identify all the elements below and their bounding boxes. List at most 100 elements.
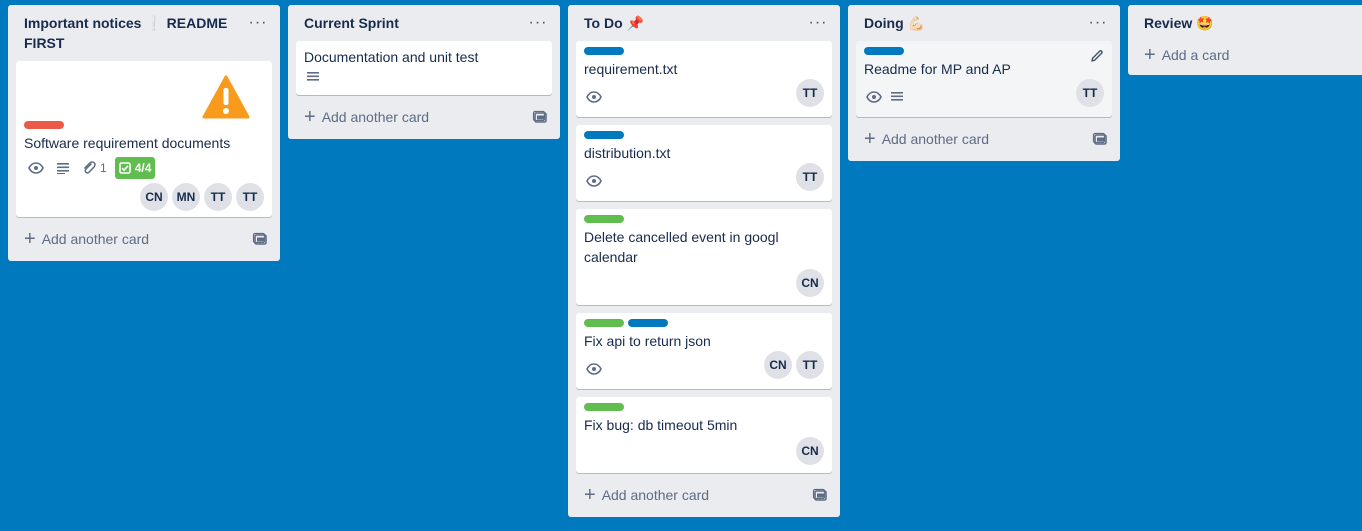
add-card-label: Add another card bbox=[881, 131, 990, 147]
add-card-row: + Add another card bbox=[16, 225, 272, 253]
list-title[interactable]: Review 🤩 bbox=[1144, 13, 1332, 33]
card-fix-bug-db-timeout[interactable]: Fix bug: db timeout 5min CN bbox=[576, 397, 832, 473]
avatar[interactable]: CN bbox=[796, 437, 824, 465]
add-card-button[interactable]: + Add another card bbox=[864, 129, 989, 149]
attachment-count: 1 bbox=[100, 161, 107, 175]
card-labels bbox=[584, 319, 824, 327]
card-readme-mp-ap[interactable]: Readme for MP and AP TT bbox=[856, 41, 1112, 117]
card-title: Fix api to return json bbox=[584, 333, 711, 349]
card-badges bbox=[864, 87, 908, 107]
add-card-button[interactable]: + Add another card bbox=[24, 229, 149, 249]
card-labels bbox=[584, 215, 824, 223]
checklist-badge: 4/4 bbox=[114, 157, 156, 179]
avatar[interactable]: TT bbox=[204, 183, 232, 211]
list-title[interactable]: Important notices ❕ README FIRST bbox=[24, 13, 244, 53]
plus-icon: + bbox=[1144, 44, 1156, 66]
description-icon bbox=[886, 87, 908, 107]
add-card-button[interactable]: + Add a card bbox=[1144, 45, 1229, 65]
list-title[interactable]: To Do 📌 bbox=[584, 13, 804, 33]
list-review: Review 🤩 + Add a card bbox=[1128, 5, 1362, 75]
card-title: Documentation and unit test bbox=[304, 49, 479, 65]
card-delete-cancelled-event[interactable]: Delete cancelled event in googl calendar… bbox=[576, 209, 832, 305]
avatar[interactable]: TT bbox=[796, 79, 824, 107]
board: Important notices ❕ README FIRST ··· Sof… bbox=[0, 0, 1362, 531]
card-members: CN bbox=[584, 437, 824, 465]
avatar[interactable]: CN bbox=[796, 269, 824, 297]
list-menu-button[interactable]: ··· bbox=[246, 11, 270, 35]
list-current-sprint: Current Sprint ··· Documentation and uni… bbox=[288, 5, 560, 139]
card-title: requirement.txt bbox=[584, 61, 678, 77]
label-red[interactable] bbox=[24, 121, 64, 129]
card-documentation[interactable]: Documentation and unit test bbox=[296, 41, 552, 95]
add-card-button[interactable]: + Add another card bbox=[584, 485, 709, 505]
list-header[interactable]: Doing 💪🏻 ··· bbox=[856, 5, 1112, 41]
avatar[interactable]: MN bbox=[172, 183, 200, 211]
label-blue[interactable] bbox=[584, 47, 624, 55]
card-title: Fix bug: db timeout 5min bbox=[584, 417, 738, 433]
list-title[interactable]: Current Sprint bbox=[304, 13, 524, 33]
checklist-count: 4/4 bbox=[134, 161, 152, 175]
watch-icon bbox=[24, 158, 48, 178]
watch-icon bbox=[584, 87, 606, 107]
card-template-icon[interactable] bbox=[1092, 131, 1108, 147]
card-title: Delete cancelled event in googl calendar bbox=[584, 229, 779, 265]
plus-icon: + bbox=[584, 484, 596, 506]
attachment-badge: 1 bbox=[78, 158, 111, 178]
add-card-label: Add a card bbox=[1161, 47, 1230, 63]
avatar[interactable]: TT bbox=[796, 163, 824, 191]
card-template-icon[interactable] bbox=[252, 231, 268, 247]
watch-icon bbox=[584, 171, 606, 191]
card-distribution-txt[interactable]: distribution.txt TT bbox=[576, 125, 832, 201]
avatar[interactable]: CN bbox=[764, 351, 792, 379]
add-card-button[interactable]: + Add another card bbox=[304, 107, 429, 127]
list-menu-button[interactable]: ··· bbox=[526, 11, 550, 35]
watch-icon bbox=[584, 359, 606, 379]
card-title: Software requirement documents bbox=[24, 135, 231, 151]
avatar[interactable]: CN bbox=[140, 183, 168, 211]
edit-pencil-icon[interactable] bbox=[1090, 49, 1104, 63]
label-green[interactable] bbox=[584, 215, 624, 223]
list-header[interactable]: To Do 📌 ··· bbox=[576, 5, 832, 41]
checkbox-icon bbox=[118, 162, 131, 174]
plus-icon: + bbox=[304, 106, 316, 128]
avatar[interactable]: TT bbox=[236, 183, 264, 211]
card-fix-api[interactable]: Fix api to return json CN TT bbox=[576, 313, 832, 389]
description-icon bbox=[52, 158, 74, 178]
label-blue[interactable] bbox=[864, 47, 904, 55]
label-blue[interactable] bbox=[584, 131, 624, 139]
label-green[interactable] bbox=[584, 403, 624, 411]
avatar[interactable]: TT bbox=[796, 351, 824, 379]
card-footer: CN TT bbox=[584, 351, 824, 379]
list-menu-button[interactable]: ··· bbox=[806, 11, 830, 35]
card-members: TT bbox=[796, 163, 824, 191]
avatar[interactable]: TT bbox=[1076, 79, 1104, 107]
list-important-notices: Important notices ❕ README FIRST ··· Sof… bbox=[8, 5, 280, 261]
add-card-row: + Add another card bbox=[296, 103, 552, 131]
list-menu-button[interactable]: ··· bbox=[1086, 11, 1110, 35]
add-card-row: + Add a card bbox=[1136, 41, 1360, 69]
card-requirement-txt[interactable]: requirement.txt TT bbox=[576, 41, 832, 117]
list-header[interactable]: Current Sprint ··· bbox=[296, 5, 552, 41]
watch-icon bbox=[864, 87, 886, 107]
list-header[interactable]: Important notices ❕ README FIRST ··· bbox=[16, 5, 272, 61]
card-software-requirement[interactable]: Software requirement documents 1 4/4 CN … bbox=[16, 61, 272, 217]
card-members: CN MN TT TT bbox=[24, 183, 264, 215]
card-template-icon[interactable] bbox=[532, 109, 548, 125]
card-members: CN TT bbox=[764, 351, 824, 379]
card-members: TT bbox=[796, 79, 824, 107]
card-labels bbox=[584, 131, 824, 139]
card-members: TT bbox=[1076, 79, 1104, 107]
label-blue[interactable] bbox=[628, 319, 668, 327]
label-green[interactable] bbox=[584, 319, 624, 327]
card-title: distribution.txt bbox=[584, 145, 671, 161]
list-header[interactable]: Review 🤩 bbox=[1136, 5, 1360, 41]
add-card-label: Add another card bbox=[321, 109, 430, 125]
add-card-row: + Add another card bbox=[576, 481, 832, 509]
plus-icon: + bbox=[24, 228, 36, 250]
card-labels bbox=[584, 403, 824, 411]
list-title[interactable]: Doing 💪🏻 bbox=[864, 13, 1084, 33]
add-card-label: Add another card bbox=[601, 487, 710, 503]
card-title: Readme for MP and AP bbox=[864, 61, 1011, 77]
card-template-icon[interactable] bbox=[812, 487, 828, 503]
card-badges bbox=[304, 67, 544, 93]
